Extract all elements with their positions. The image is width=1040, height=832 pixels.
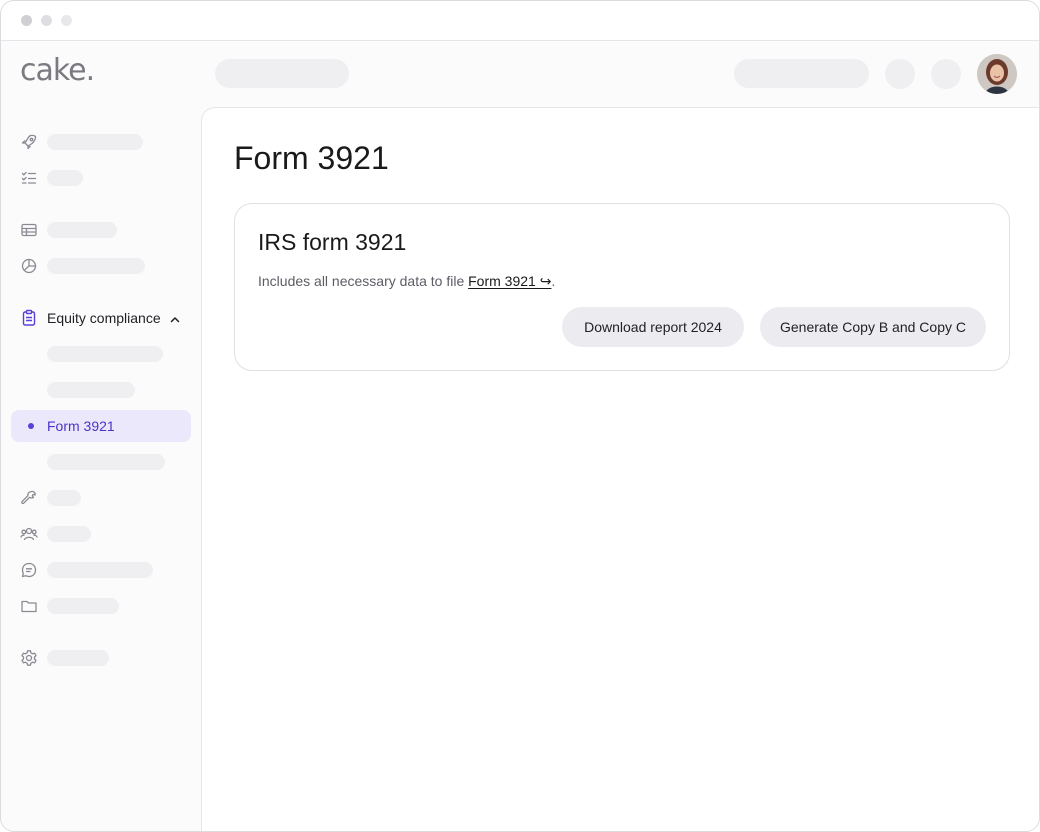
sidebar-item-placeholder[interactable] — [47, 562, 153, 578]
sidebar: Equity compliance Form 3921 — [1, 107, 201, 831]
app-window: cake. Equity compliance Form 3921 Form 3… — [0, 0, 1040, 832]
sidebar-subitem-placeholder[interactable] — [47, 454, 165, 470]
main-content: Form 3921 IRS form 3921 Includes all nec… — [201, 107, 1039, 831]
window-maximize-dot[interactable] — [61, 15, 72, 26]
sidebar-item-form-3921[interactable]: Form 3921 — [11, 410, 191, 442]
rocket-icon[interactable] — [20, 133, 38, 151]
page-title: Form 3921 — [234, 140, 389, 176]
folder-icon[interactable] — [20, 597, 38, 615]
sidebar-subitem-placeholder[interactable] — [47, 382, 135, 398]
form-3921-link[interactable]: Form 3921 ↪ — [468, 273, 551, 289]
clipboard-icon — [20, 309, 38, 327]
sidebar-item-placeholder[interactable] — [47, 258, 145, 274]
header-pill-placeholder[interactable] — [734, 59, 869, 88]
card-title: IRS form 3921 — [258, 229, 407, 255]
download-report-button[interactable]: Download report 2024 — [562, 307, 744, 347]
irs-form-card: IRS form 3921 Includes all necessary dat… — [234, 203, 1010, 371]
user-avatar[interactable] — [977, 54, 1017, 94]
sidebar-group-label: Equity compliance — [47, 310, 161, 326]
sidebar-item-label: Form 3921 — [47, 418, 115, 434]
sidebar-item-placeholder[interactable] — [47, 526, 91, 542]
sidebar-item-placeholder[interactable] — [47, 170, 83, 186]
pie-chart-icon[interactable] — [20, 257, 38, 275]
cake-logo[interactable]: cake. — [20, 53, 95, 88]
sidebar-item-placeholder[interactable] — [47, 134, 143, 150]
sidebar-item-placeholder[interactable] — [47, 222, 117, 238]
chevron-up-icon[interactable] — [169, 313, 181, 325]
window-titlebar — [1, 1, 1039, 41]
sidebar-item-placeholder[interactable] — [47, 490, 81, 506]
active-indicator-dot — [28, 423, 34, 429]
sidebar-item-placeholder[interactable] — [47, 650, 109, 666]
avatar-image — [977, 54, 1017, 94]
card-description-end: . — [551, 273, 556, 289]
sidebar-item-placeholder[interactable] — [47, 598, 119, 614]
gear-icon[interactable] — [20, 649, 38, 667]
header-icon-button-placeholder[interactable] — [885, 59, 915, 89]
search-bar-placeholder[interactable] — [215, 59, 349, 88]
header-icon-button-placeholder[interactable] — [931, 59, 961, 89]
wrench-icon[interactable] — [20, 489, 38, 507]
generate-copy-button[interactable]: Generate Copy B and Copy C — [760, 307, 986, 347]
window-close-dot[interactable] — [21, 15, 32, 26]
card-description-text: Includes all necessary data to file — [258, 273, 469, 289]
chat-icon[interactable] — [20, 561, 38, 579]
sidebar-group-equity-compliance[interactable]: Equity compliance — [11, 307, 191, 331]
users-icon[interactable] — [20, 525, 38, 543]
checklist-icon[interactable] — [20, 169, 38, 187]
sidebar-subitem-placeholder[interactable] — [47, 346, 163, 362]
card-description: Includes all necessary data to file Form… — [258, 273, 555, 290]
window-minimize-dot[interactable] — [41, 15, 52, 26]
table-icon[interactable] — [20, 221, 38, 239]
